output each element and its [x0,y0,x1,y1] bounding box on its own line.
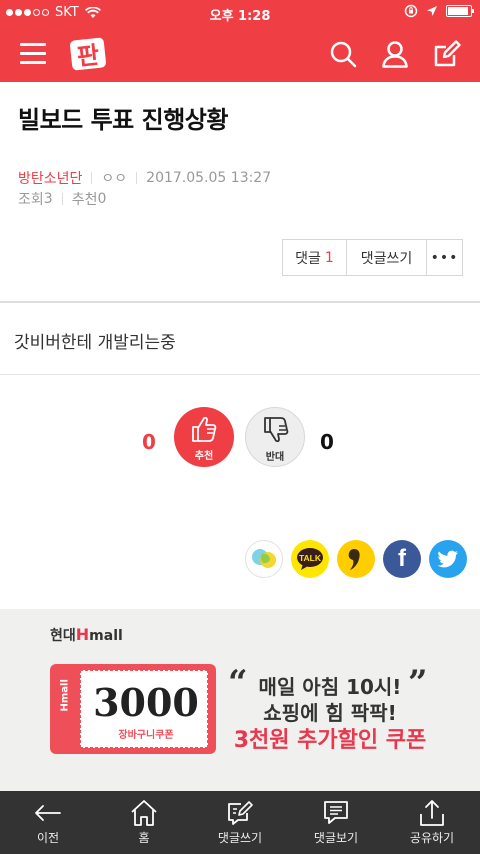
upvote-button[interactable]: 추천 [174,407,234,467]
upvote-label: 추천 [194,451,214,462]
toolbar-view-comments-label: 댓글보기 [313,831,359,845]
downvote-count: 0 [320,430,334,454]
post-datetime: 2017.05.05 13:27 [146,170,272,186]
upvote-count: 0 [142,430,156,454]
divider [136,172,138,184]
share-general-icon[interactable] [245,540,283,578]
post-title: 빌보드 투표 진행상황 [18,106,228,134]
coupon-graphic: Hmall 3000 장바구니쿠폰 [50,664,216,754]
section-divider [0,374,480,375]
recommend-count: 0 [97,191,107,207]
kakaostory-icon[interactable] [337,540,375,578]
ad-banner[interactable]: 현대Hmall Hmall 3000 장바구니쿠폰 “ ” 매일 아침 10시!… [0,609,480,791]
menu-icon[interactable] [20,43,46,65]
search-icon[interactable] [329,40,357,68]
status-bar: SKT 오후 1:28 [0,0,480,26]
view-comments-icon [324,801,348,824]
post-stats: 조회 3 추천 0 [18,189,106,209]
post-content: 갓비버한테 개발리는중 [14,333,176,353]
recommend-label: 추천 [71,192,98,208]
toolbar-home-button[interactable]: 홈 [96,791,192,854]
views-label: 조회 [18,192,44,208]
battery-icon [446,5,474,17]
post-meta: 방탄소년단 ㅇㅇ 2017.05.05 13:27 [18,168,271,188]
home-icon [131,800,157,826]
toolbar-write-comment-button[interactable]: 댓글쓰기 [192,791,288,854]
section-divider [0,301,480,303]
app-header: 판 [0,26,480,82]
toolbar-share-button[interactable]: 공유하기 [384,791,480,854]
toolbar-back-label: 이전 [36,831,60,845]
ad-line-3: 3천원 추가할인 쿠폰 [233,728,427,753]
pann-logo[interactable]: 판 [68,36,108,72]
author-link[interactable]: 방탄소년단 [18,168,82,188]
comments-button[interactable]: 댓글 1 [283,240,347,275]
thumbs-up-icon [192,416,217,442]
facebook-icon[interactable]: f [383,540,421,578]
ad-brand-prefix: 현대 [50,628,76,644]
back-arrow-icon [35,805,61,821]
location-icon [427,6,437,16]
divider [61,193,63,205]
toolbar-write-comment-label: 댓글쓰기 [217,831,263,845]
edit-icon[interactable] [433,40,461,68]
ad-brand-h: H [75,625,90,644]
ad-line-1: 매일 아침 10시! [258,675,402,699]
write-comment-button[interactable]: 댓글쓰기 [347,240,427,275]
views-count: 3 [43,191,53,207]
toolbar-back-button[interactable]: 이전 [0,791,96,854]
ad-brand-suffix: mall [89,628,123,644]
kakaotalk-icon[interactable]: TALK [291,540,329,578]
comments-count: 1 [324,249,334,266]
toolbar-home-label: 홈 [138,831,150,845]
coupon-subtitle: 장바구니쿠폰 [118,730,174,741]
author-extra: ㅇㅇ [101,171,128,187]
downvote-button[interactable]: 반대 [245,407,305,467]
coupon-amount: 3000 [93,680,199,725]
share-icon [420,800,444,826]
ad-brand: 현대Hmall [50,625,123,645]
more-options-button[interactable]: ••• [427,240,462,275]
talk-text: TALK [299,553,322,563]
divider [91,172,93,184]
status-right [404,4,474,18]
bottom-toolbar: 이전 홈 댓글쓰기 댓글보기 공유하기 [0,791,480,854]
comments-label: 댓글 [295,250,321,267]
user-icon[interactable] [381,40,409,68]
battery-level [448,7,468,15]
logo-text: 판 [76,41,101,71]
twitter-icon[interactable] [429,540,467,578]
orientation-lock-icon [404,4,418,18]
toolbar-view-comments-button[interactable]: 댓글보기 [288,791,384,854]
post-actions: 댓글 1 댓글쓰기 ••• [282,239,463,276]
thumbs-down-icon [264,417,289,443]
toolbar-share-label: 공유하기 [409,831,455,845]
downvote-label: 반대 [265,452,285,463]
coupon-side-text: Hmall [59,679,71,712]
write-comment-icon [228,801,253,825]
